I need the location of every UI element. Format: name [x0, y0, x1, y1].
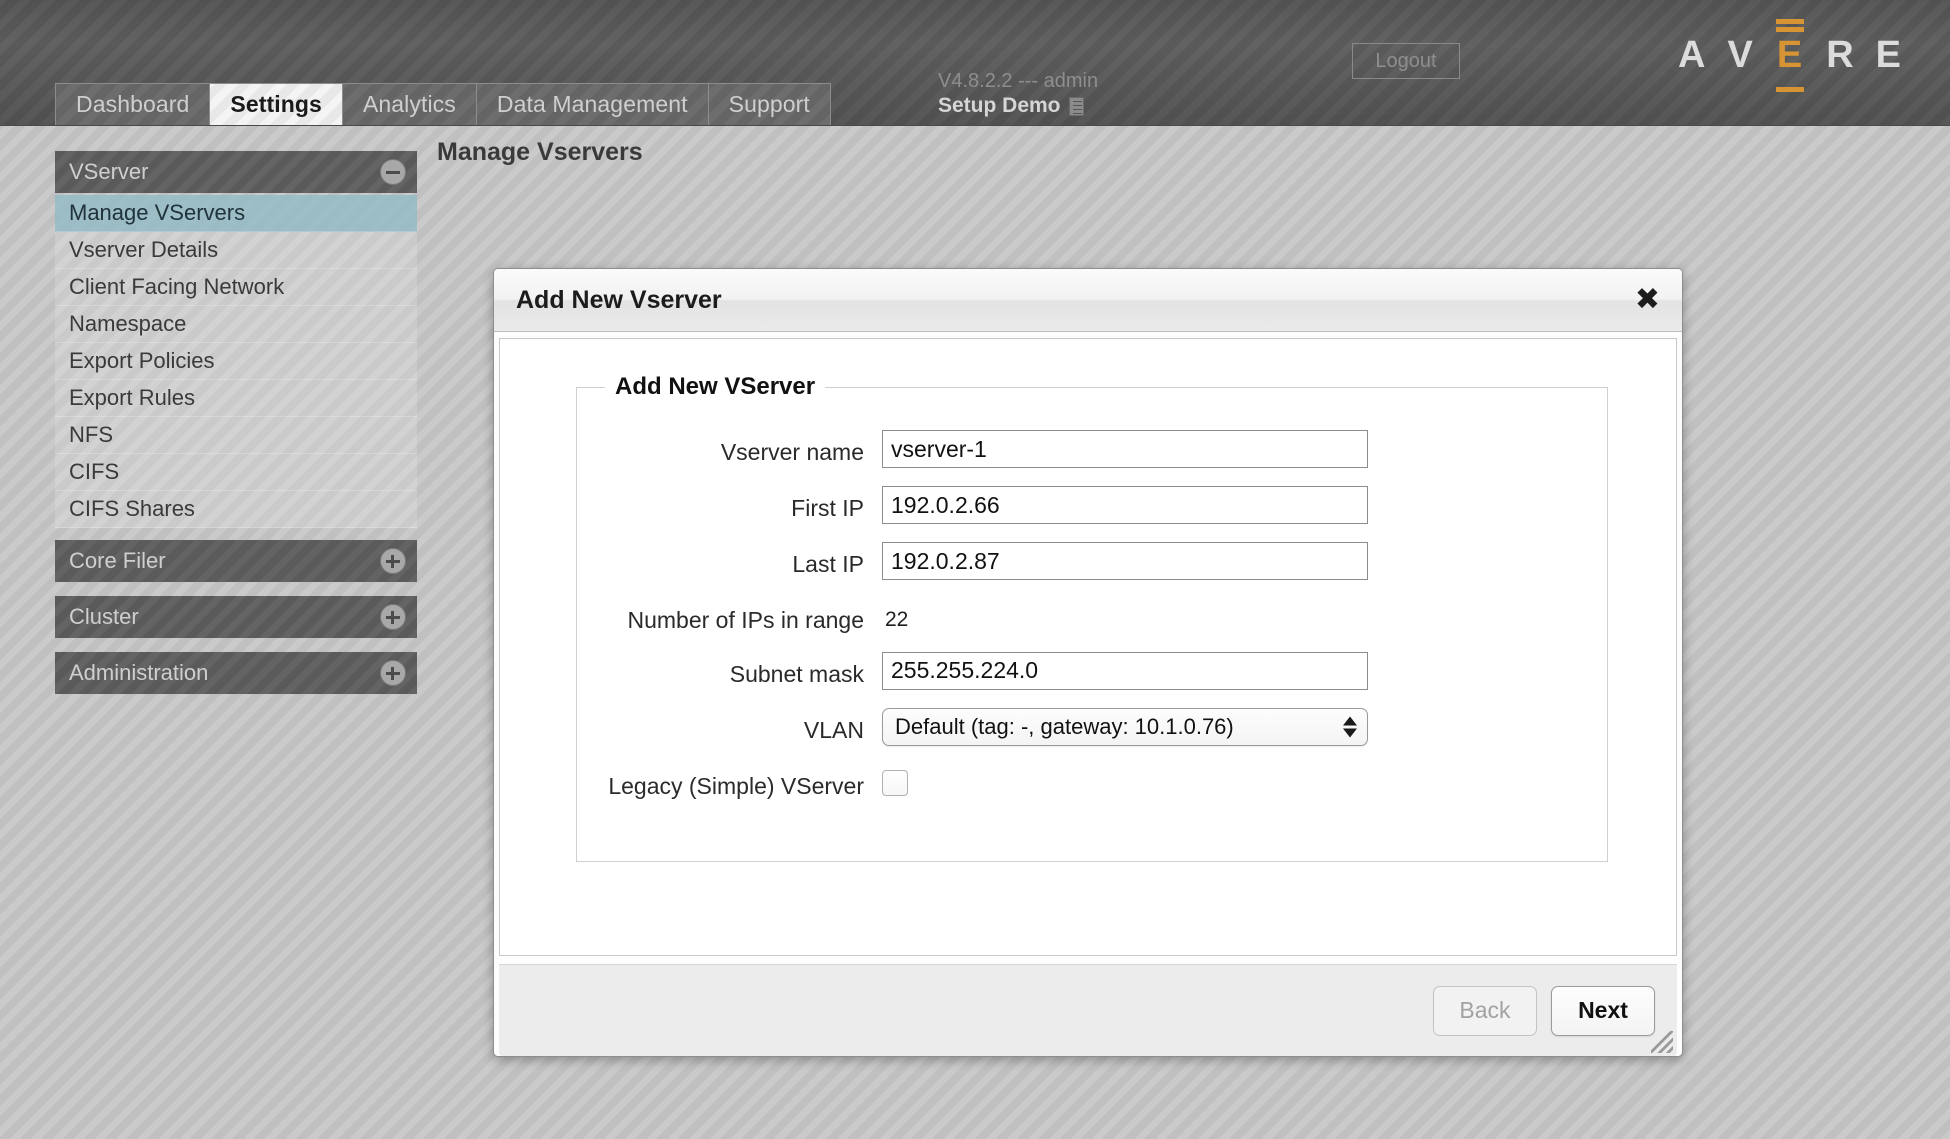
- tab-analytics[interactable]: Analytics: [341, 83, 476, 125]
- setup-status[interactable]: Setup Demo: [938, 93, 1098, 119]
- sidebar-item-label: CIFS: [69, 459, 120, 484]
- vlan-select-wrap: Default (tag: -, gateway: 10.1.0.76): [882, 707, 1368, 746]
- tab-support[interactable]: Support: [707, 83, 831, 125]
- sidebar-item-label: Export Policies: [69, 348, 215, 373]
- sidebar-item-vserver-details[interactable]: Vserver Details: [55, 232, 417, 269]
- last-ip-input[interactable]: [882, 542, 1368, 580]
- sidebar-section-vserver[interactable]: VServer: [55, 151, 417, 193]
- logo-letter-e2: E: [1875, 34, 1902, 76]
- sidebar-item-client-facing-network[interactable]: Client Facing Network: [55, 269, 417, 306]
- application-window: Dashboard Settings Analytics Data Manage…: [0, 0, 1950, 1139]
- sidebar-section-vserver-label: VServer: [69, 159, 149, 184]
- label-vserver-name: Vserver name: [720, 439, 864, 465]
- tab-data-management[interactable]: Data Management: [475, 83, 708, 125]
- sidebar-item-nfs[interactable]: NFS: [55, 417, 417, 454]
- sidebar-section-core-filer-label: Core Filer: [69, 548, 166, 573]
- subnet-mask-input[interactable]: [882, 651, 1368, 690]
- sidebar-item-label: Vserver Details: [69, 237, 219, 262]
- sidebar-section-cluster[interactable]: Cluster: [55, 596, 417, 638]
- fieldset-legend: Add New VServer: [605, 373, 826, 401]
- legacy-vserver-checkbox[interactable]: [882, 769, 908, 796]
- sidebar-item-label: Client Facing Network: [69, 274, 285, 299]
- form-row-vserver-name: Vserver name: [577, 430, 1607, 468]
- sidebar-item-label: Export Rules: [69, 385, 195, 410]
- page-title: Manage Vservers: [437, 138, 643, 166]
- setup-label: Setup Demo: [938, 94, 1061, 118]
- sidebar-section-core-filer[interactable]: Core Filer: [55, 540, 417, 582]
- control-vlan: Default (tag: -, gateway: 10.1.0.76): [882, 707, 1607, 746]
- form-row-vlan: VLAN Default (tag: -, gateway: 10.1.0.76…: [577, 707, 1607, 746]
- body-area: Manage Vservers VServer Manage VServers …: [0, 126, 1950, 1139]
- collapse-minus-icon[interactable]: [380, 159, 406, 185]
- app-header: Dashboard Settings Analytics Data Manage…: [0, 0, 1950, 126]
- num-ips-value: 22: [885, 608, 909, 631]
- logo-letter-a: A: [1678, 34, 1707, 76]
- sidebar-section-administration-label: Administration: [69, 660, 209, 685]
- label-subnet-mask: Subnet mask: [729, 660, 864, 687]
- sidebar-section-administration[interactable]: Administration: [55, 652, 417, 694]
- dialog-title: Add New Vserver: [516, 285, 722, 314]
- form-rows: Vserver name First IP La: [577, 396, 1607, 799]
- control-num-ips: 22: [882, 598, 1607, 632]
- document-icon: [1068, 96, 1084, 116]
- next-button[interactable]: Next: [1551, 985, 1655, 1036]
- back-button[interactable]: Back: [1433, 985, 1537, 1036]
- sidebar-item-cifs-shares[interactable]: CIFS Shares: [55, 491, 417, 528]
- control-legacy-vserver: [882, 764, 1607, 796]
- avere-logo: A V E R E: [1678, 19, 1902, 92]
- sidebar-item-label: NFS: [69, 422, 113, 447]
- control-last-ip: [882, 542, 1607, 580]
- first-ip-input[interactable]: [882, 486, 1368, 524]
- logo-letter-e-accent: E: [1775, 19, 1805, 92]
- label-num-ips: Number of IPs in range: [627, 607, 864, 633]
- logo-letter-r: R: [1826, 34, 1855, 76]
- logout-button[interactable]: Logout: [1352, 43, 1460, 79]
- control-first-ip: [882, 486, 1607, 524]
- tab-settings[interactable]: Settings: [209, 83, 342, 125]
- label-last-ip: Last IP: [792, 551, 864, 577]
- control-subnet-mask: [882, 651, 1607, 690]
- sidebar-item-namespace[interactable]: Namespace: [55, 306, 417, 343]
- form-row-num-ips: Number of IPs in range 22: [577, 598, 1607, 634]
- sidebar-item-manage-vservers[interactable]: Manage VServers: [55, 195, 417, 232]
- form-row-first-ip: First IP: [577, 486, 1607, 524]
- expand-plus-icon[interactable]: [380, 660, 406, 686]
- close-icon[interactable]: ✖: [1635, 285, 1660, 315]
- form-row-last-ip: Last IP: [577, 542, 1607, 580]
- dialog-titlebar[interactable]: Add New Vserver ✖: [494, 269, 1682, 332]
- sidebar-item-label: CIFS Shares: [69, 496, 195, 521]
- resize-grip-icon[interactable]: [1651, 1031, 1673, 1053]
- label-first-ip: First IP: [791, 495, 864, 521]
- dialog-content: Add New VServer Vserver name First IP: [499, 338, 1677, 956]
- add-vserver-fieldset: Add New VServer Vserver name First IP: [576, 373, 1608, 863]
- main-nav-tabs: Dashboard Settings Analytics Data Manage…: [55, 83, 831, 125]
- label-legacy-vserver: Legacy (Simple) VServer: [608, 772, 864, 799]
- label-vlan: VLAN: [803, 716, 864, 743]
- version-info: V4.8.2.2 --- admin Setup Demo: [938, 69, 1098, 119]
- logo-letter-v: V: [1727, 34, 1754, 76]
- sidebar-item-label: Namespace: [69, 311, 187, 336]
- vserver-name-input[interactable]: [882, 430, 1368, 468]
- sidebar-item-cifs[interactable]: CIFS: [55, 454, 417, 491]
- vlan-select[interactable]: Default (tag: -, gateway: 10.1.0.76): [882, 707, 1368, 746]
- tab-dashboard[interactable]: Dashboard: [55, 83, 210, 125]
- sidebar-item-export-policies[interactable]: Export Policies: [55, 343, 417, 380]
- sidebar-item-export-rules[interactable]: Export Rules: [55, 380, 417, 417]
- version-text: V4.8.2.2 --- admin: [938, 70, 1099, 92]
- expand-plus-icon[interactable]: [380, 548, 406, 574]
- control-vserver-name: [882, 430, 1607, 468]
- form-row-subnet-mask: Subnet mask: [577, 651, 1607, 690]
- sidebar-item-label: Manage VServers: [69, 200, 246, 225]
- expand-plus-icon[interactable]: [380, 604, 406, 630]
- dialog-footer: Back Next: [499, 964, 1677, 1056]
- form-row-legacy-vserver: Legacy (Simple) VServer: [577, 764, 1607, 800]
- add-new-vserver-dialog: Add New Vserver ✖ Add New VServer Vserve…: [493, 268, 1683, 1057]
- sidebar-section-cluster-label: Cluster: [69, 604, 139, 629]
- sidebar-navigation: VServer Manage VServers Vserver Details …: [55, 151, 417, 696]
